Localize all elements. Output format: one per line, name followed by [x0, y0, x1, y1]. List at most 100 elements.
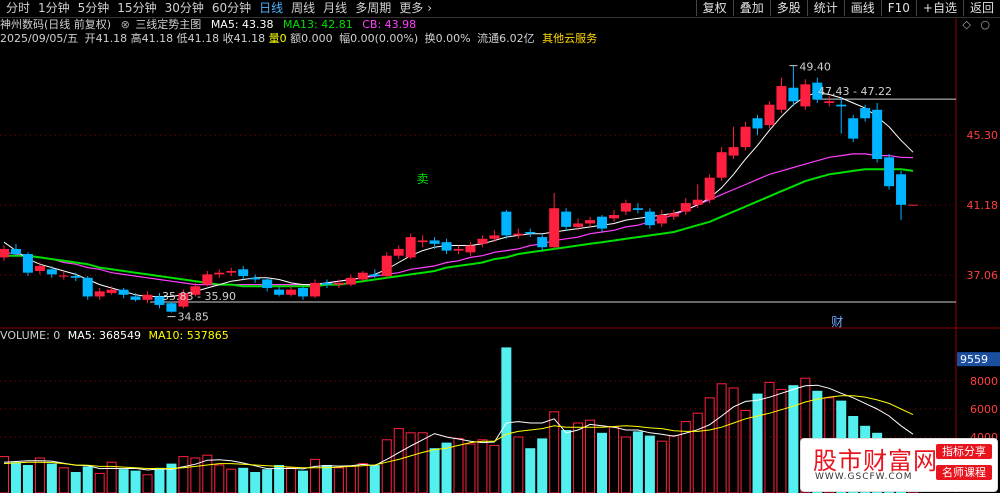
tab-7[interactable]: 周线 [287, 1, 319, 16]
volume-bar [250, 472, 261, 493]
info-float: 流通6.02亿 [477, 32, 535, 45]
tool-button-4[interactable]: 画线 [843, 0, 881, 16]
tool-button-1[interactable]: 叠加 [732, 0, 770, 16]
candle-body [202, 274, 213, 285]
candle-body [632, 208, 643, 210]
info-change: 幅0.00(0.00%) [339, 32, 419, 45]
ma13-line [4, 168, 914, 288]
tool-button-0[interactable]: 复权 [695, 0, 733, 16]
watermark-logo: 股市财富网 WWW.GSCFW.COM 指标分享 名师课程 [800, 438, 998, 492]
tab-2[interactable]: 5分钟 [74, 1, 114, 16]
circle-icon[interactable]: ○ [980, 18, 990, 31]
diamond-icon[interactable]: ◇ [962, 18, 970, 31]
indicator-name[interactable]: 三线定势主图 [135, 18, 201, 31]
candle-body [214, 272, 225, 275]
volume-bar [226, 468, 237, 493]
chart-tools: 复权 叠加 多股 统计 画线 F10 +自选 返回 [695, 0, 1000, 16]
tab-0[interactable]: 分时 [2, 1, 34, 16]
indicator-close-icon[interactable]: ⊗ [121, 18, 130, 31]
volume-bar [549, 411, 560, 493]
watermark-url: WWW.GSCFW.COM [815, 472, 913, 482]
candle-body [668, 213, 679, 217]
volume-bar [214, 464, 225, 493]
bar-info: 2025/09/05/五 开41.18 高41.18 低41.18 收41.18… [0, 32, 597, 46]
volume-bar [369, 465, 380, 493]
volume-bar [776, 388, 787, 493]
candle-body [82, 277, 93, 297]
volume-bar [585, 419, 596, 493]
candle-body [262, 279, 273, 288]
volume-bar [238, 467, 249, 493]
volume-bar [118, 469, 129, 493]
candle-body [513, 233, 524, 236]
tool-button-6[interactable]: +自选 [915, 0, 963, 16]
candle-body [836, 104, 847, 107]
tool-button-3[interactable]: 统计 [806, 0, 844, 16]
candle-body [357, 272, 368, 280]
tab-4[interactable]: 30分钟 [161, 1, 208, 16]
tab-9[interactable]: 多周期 [351, 1, 395, 16]
high-annotation: 49.40 [799, 61, 831, 74]
volume-label[interactable]: VOLUME: 0 [0, 329, 60, 342]
volume-bar [10, 462, 21, 493]
watermark-cn: 股市财富网 [813, 447, 938, 475]
candle-body [405, 237, 416, 258]
candle-body [680, 203, 691, 212]
candle-body [656, 215, 667, 224]
tool-button-5[interactable]: F10 [880, 0, 916, 16]
candle-body [489, 235, 500, 239]
tab-10[interactable]: 更多 [395, 1, 427, 16]
volume-bar [477, 439, 488, 493]
price-tick-label: 37.06 [967, 269, 999, 282]
candle-body [573, 223, 584, 227]
tab-1[interactable]: 1分钟 [34, 1, 74, 16]
volume-bar [357, 463, 368, 493]
info-open: 开41.18 [84, 32, 128, 45]
volume-bar [58, 467, 69, 493]
volume-bar [381, 439, 392, 493]
candle-body [369, 274, 380, 277]
volume-bar [154, 467, 165, 493]
sell-signal-mark: 卖 [417, 172, 429, 186]
tab-8[interactable]: 月线 [319, 1, 351, 16]
candle-body [465, 245, 476, 253]
info-high: 高41.18 [130, 32, 174, 45]
candle-body [561, 211, 572, 227]
tool-button-7[interactable]: 返回 [962, 0, 1000, 16]
volume-bar [764, 381, 775, 493]
volume-bar [22, 465, 33, 493]
candle-body [250, 277, 261, 280]
low-range-annotation: 35.83 - 35.90 [162, 290, 236, 303]
volume-bar [752, 393, 763, 493]
chart-canvas: 45.3041.1837.06955980006000400049.4047.4… [0, 17, 1000, 493]
candle-body [106, 289, 117, 294]
tool-button-2[interactable]: 多股 [769, 0, 807, 16]
candle-body [118, 289, 129, 295]
tab-3[interactable]: 15分钟 [113, 1, 160, 16]
volume-bar [298, 470, 309, 493]
candle-body [238, 269, 249, 277]
vol-ma5-value: MA5: 368549 [67, 329, 141, 342]
volume-bar [130, 470, 141, 493]
tab-5[interactable]: 60分钟 [208, 1, 255, 16]
candle-body [644, 211, 655, 226]
finance-event-mark: 财 [831, 315, 843, 329]
candle-body [620, 203, 631, 212]
volume-bar [513, 436, 524, 493]
candle-body [872, 109, 883, 159]
candle-body [94, 291, 105, 297]
candle-body [142, 294, 153, 300]
candle-body [298, 287, 309, 297]
candle-body [896, 174, 907, 205]
volume-tick-label: 6000 [970, 403, 998, 416]
stock-title[interactable]: 神州数码(日线 前复权) [0, 18, 111, 31]
tab-6[interactable]: 日线 [255, 1, 287, 16]
volume-bar [34, 457, 45, 493]
more-arrow-icon[interactable]: › [427, 1, 436, 16]
candle-body [728, 147, 739, 156]
volume-bar [333, 467, 344, 493]
info-cloud-link[interactable]: 其他云服务 [542, 32, 597, 45]
cb-value: CB: 43.98 [362, 18, 417, 31]
candle-body [716, 152, 727, 178]
info-turnover: 换0.00% [424, 32, 471, 45]
